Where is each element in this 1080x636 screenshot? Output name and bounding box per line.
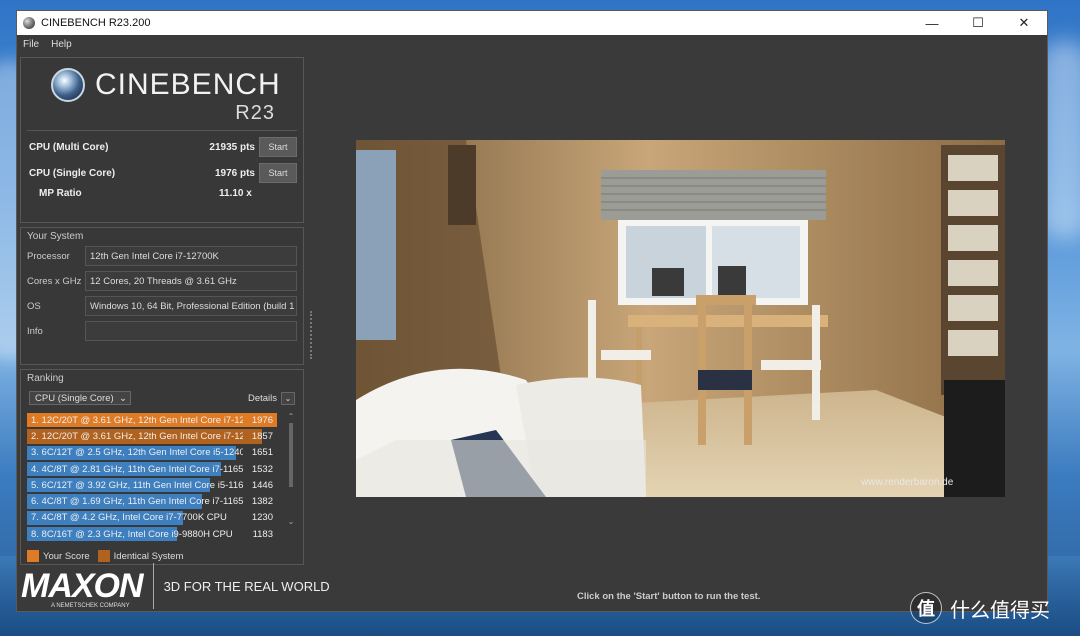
scrollbar-thumb[interactable]	[289, 423, 293, 487]
cinema4d-sphere-icon	[51, 68, 85, 102]
ranking-row-score: 1976	[251, 414, 273, 426]
maxon-subtitle: A NEMETSCHEK COMPANY	[51, 603, 130, 609]
site-watermark: 值 什么值得买	[910, 592, 1050, 624]
maxon-tagline: 3D FOR THE REAL WORLD	[163, 578, 330, 594]
render-scene-image: www.renderbaron.de	[356, 140, 1005, 497]
cores-row: Cores x GHz 12 Cores, 20 Threads @ 3.61 …	[27, 271, 297, 291]
ranking-row[interactable]: 5. 6C/12T @ 3.92 GHz, 11th Gen Intel Cor…	[27, 477, 295, 493]
title-bar[interactable]: CINEBENCH R23.200 — ☐ ✕	[17, 11, 1047, 35]
info-label: Info	[27, 325, 43, 337]
single-core-label: CPU (Single Core)	[29, 167, 116, 179]
render-watermark: www.renderbaron.de	[860, 477, 954, 488]
menu-file[interactable]: File	[23, 39, 39, 50]
menu-help[interactable]: Help	[51, 39, 72, 50]
watermark-badge: 值	[910, 592, 942, 624]
details-label: Details	[247, 392, 277, 404]
processor-label: Processor	[27, 250, 70, 262]
os-field[interactable]: Windows 10, 64 Bit, Professional Edition…	[85, 296, 297, 316]
legend-identical-system: Identical System	[113, 550, 184, 562]
scroll-down-icon[interactable]: ⌄	[287, 517, 295, 526]
ranking-row[interactable]: 8. 8C/16T @ 2.3 GHz, Intel Core i9-9880H…	[27, 526, 295, 542]
ranking-row[interactable]: 2. 12C/20T @ 3.61 GHz, 12th Gen Intel Co…	[27, 428, 295, 444]
watermark-text: 什么值得买	[950, 599, 1050, 622]
ranking-panel: Ranking CPU (Single Core) ⌄ Details ⌄ 1.…	[20, 369, 304, 565]
info-row: Info	[27, 321, 297, 341]
status-message: Click on the 'Start' button to run the t…	[577, 591, 761, 602]
ranking-row[interactable]: 7. 4C/8T @ 4.2 GHz, Intel Core i7-7700K …	[27, 510, 295, 526]
divider	[27, 130, 297, 131]
window-title: CINEBENCH R23.200	[41, 17, 151, 29]
ranking-row-label: 2. 12C/20T @ 3.61 GHz, 12th Gen Intel Co…	[31, 430, 243, 442]
single-core-score: 1976 pts	[214, 167, 255, 179]
os-label: OS	[27, 300, 41, 312]
ranking-row[interactable]: 6. 4C/8T @ 1.69 GHz, 11th Gen Intel Core…	[27, 493, 295, 509]
identical-system-swatch	[97, 550, 110, 562]
ranking-row-score: 1532	[251, 463, 273, 475]
single-core-start-button[interactable]: Start	[259, 163, 297, 183]
ranking-row-score: 1446	[251, 479, 273, 491]
cinebench-app-icon	[23, 17, 35, 29]
maximize-button[interactable]: ☐	[955, 11, 1001, 35]
multi-core-score: 21935 pts	[209, 141, 255, 153]
mp-ratio-row: MP Ratio 11.10 x	[39, 188, 269, 199]
your-system-panel: Your System Processor 12th Gen Intel Cor…	[20, 227, 304, 365]
logo-version: R23	[235, 102, 275, 124]
your-system-title: Your System	[27, 231, 84, 242]
processor-row: Processor 12th Gen Intel Core i7-12700K	[27, 246, 297, 266]
maxon-brand: MAXON A NEMETSCHEK COMPANY 3D FOR THE RE…	[21, 563, 330, 609]
ranking-row-score: 1857	[251, 430, 273, 442]
ranking-row-label: 5. 6C/12T @ 3.92 GHz, 11th Gen Intel Cor…	[31, 479, 243, 491]
menu-bar: File Help	[17, 35, 1047, 53]
cores-label: Cores x GHz	[27, 275, 82, 287]
ranking-row-label: 1. 12C/20T @ 3.61 GHz, 12th Gen Intel Co…	[31, 414, 243, 426]
ranking-controls: CPU (Single Core) ⌄ Details ⌄	[29, 390, 295, 406]
score-panel: CINEBENCH R23 CPU (Multi Core) 21935 pts…	[20, 57, 304, 223]
ranking-row-score: 1651	[251, 447, 273, 459]
ranking-title: Ranking	[27, 373, 64, 384]
left-panel: CINEBENCH R23 CPU (Multi Core) 21935 pts…	[20, 55, 305, 611]
os-row: OS Windows 10, 64 Bit, Professional Edit…	[27, 296, 297, 316]
maxon-logo: MAXON	[21, 567, 144, 605]
multi-core-label: CPU (Multi Core)	[29, 141, 109, 153]
cinebench-window: CINEBENCH R23.200 — ☐ ✕ File Help CINEBE…	[16, 10, 1048, 612]
multi-core-row: CPU (Multi Core) 21935 pts Start	[29, 136, 297, 158]
mp-ratio-label: MP Ratio	[39, 188, 82, 199]
ranking-category-dropdown[interactable]: CPU (Single Core) ⌄	[29, 391, 131, 405]
info-field[interactable]	[85, 321, 297, 341]
processor-field[interactable]: 12th Gen Intel Core i7-12700K	[85, 246, 297, 266]
scroll-up-icon[interactable]: ⌃	[287, 412, 295, 421]
ranking-row-label: 4. 4C/8T @ 2.81 GHz, 11th Gen Intel Core…	[31, 463, 243, 475]
divider	[152, 563, 154, 609]
details-toggle[interactable]: Details ⌄	[247, 391, 295, 405]
cinebench-logo: CINEBENCH	[51, 68, 281, 102]
ranking-list: 1. 12C/20T @ 3.61 GHz, 12th Gen Intel Co…	[27, 412, 295, 544]
ranking-scrollbar[interactable]: ⌃ ⌄	[287, 412, 295, 544]
ranking-row-score: 1230	[251, 512, 273, 524]
minimize-button[interactable]: —	[909, 11, 955, 35]
ranking-row[interactable]: 4. 4C/8T @ 2.81 GHz, 11th Gen Intel Core…	[27, 461, 295, 477]
render-viewport: www.renderbaron.de	[356, 140, 1005, 497]
multi-core-start-button[interactable]: Start	[259, 137, 297, 157]
ranking-row-label: 7. 4C/8T @ 4.2 GHz, Intel Core i7-7700K …	[31, 512, 227, 524]
ranking-row-score: 1382	[251, 496, 273, 508]
logo-name: CINEBENCH	[95, 68, 281, 101]
ranking-category-value: CPU (Single Core)	[35, 392, 114, 404]
single-core-row: CPU (Single Core) 1976 pts Start	[29, 162, 297, 184]
ranking-row-label: 3. 6C/12T @ 2.5 GHz, 12th Gen Intel Core…	[31, 447, 243, 459]
your-score-swatch	[27, 550, 39, 562]
close-button[interactable]: ✕	[1001, 11, 1047, 35]
ranking-row-label: 8. 8C/16T @ 2.3 GHz, Intel Core i9-9880H…	[31, 528, 233, 540]
mp-ratio-value: 11.10 x	[219, 188, 252, 199]
chevron-down-icon: ⌄	[119, 392, 127, 404]
ranking-row-label: 6. 4C/8T @ 1.69 GHz, 11th Gen Intel Core…	[31, 496, 243, 508]
ranking-legend: Your Score Identical System	[27, 550, 183, 562]
legend-your-score: Your Score	[43, 550, 90, 562]
ranking-row[interactable]: 3. 6C/12T @ 2.5 GHz, 12th Gen Intel Core…	[27, 445, 295, 461]
ranking-row[interactable]: 1. 12C/20T @ 3.61 GHz, 12th Gen Intel Co…	[27, 412, 295, 428]
ranking-row-score: 1183	[252, 528, 273, 540]
panel-resize-handle[interactable]	[310, 311, 313, 359]
chevron-down-icon[interactable]: ⌄	[281, 391, 295, 405]
cores-field[interactable]: 12 Cores, 20 Threads @ 3.61 GHz	[85, 271, 297, 291]
